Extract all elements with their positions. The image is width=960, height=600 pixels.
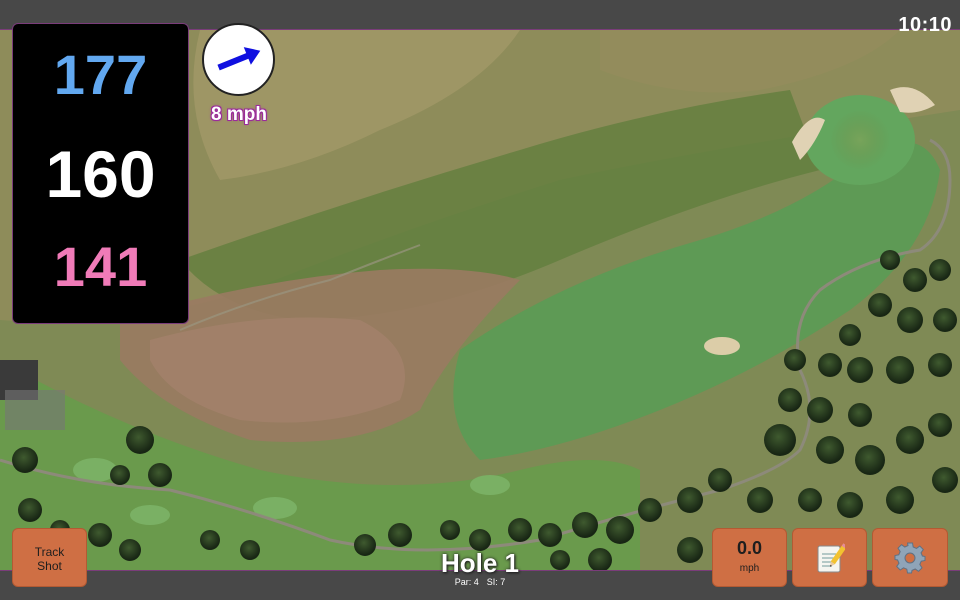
track-shot-label-line1: Track — [34, 545, 65, 559]
arrow-icon — [217, 47, 261, 71]
speed-button[interactable]: 0.0 mph — [712, 528, 787, 587]
wind-direction-dial — [202, 23, 275, 96]
gear-icon — [894, 542, 926, 573]
hole-stroke-index: SI: 7 — [486, 577, 506, 587]
speed-value: 0.0 — [736, 538, 763, 558]
middle-yardage: 160 — [45, 137, 156, 211]
hole-title: Hole 1 — [440, 548, 520, 578]
back-yardage: 177 — [53, 43, 148, 106]
speed-unit: mph — [739, 563, 760, 574]
front-yardage: 141 — [53, 235, 148, 298]
settings-button[interactable] — [872, 528, 948, 587]
hole-details: Par: 4 SI: 7 — [380, 577, 580, 587]
yardage-panel: 177 160 141 — [12, 23, 189, 324]
golf-gps-screen: 10:10 177 160 141 8 mph Track Shot Hole … — [0, 0, 960, 600]
track-shot-button[interactable]: Track Shot — [12, 528, 87, 587]
clock: 10:10 — [898, 14, 952, 36]
notepad-icon — [817, 542, 845, 572]
wind-speed: 8 mph — [211, 104, 267, 125]
track-shot-label-line2: Shot — [37, 559, 62, 573]
hole-par: Par: 4 — [454, 577, 479, 587]
notes-button[interactable] — [792, 528, 867, 587]
